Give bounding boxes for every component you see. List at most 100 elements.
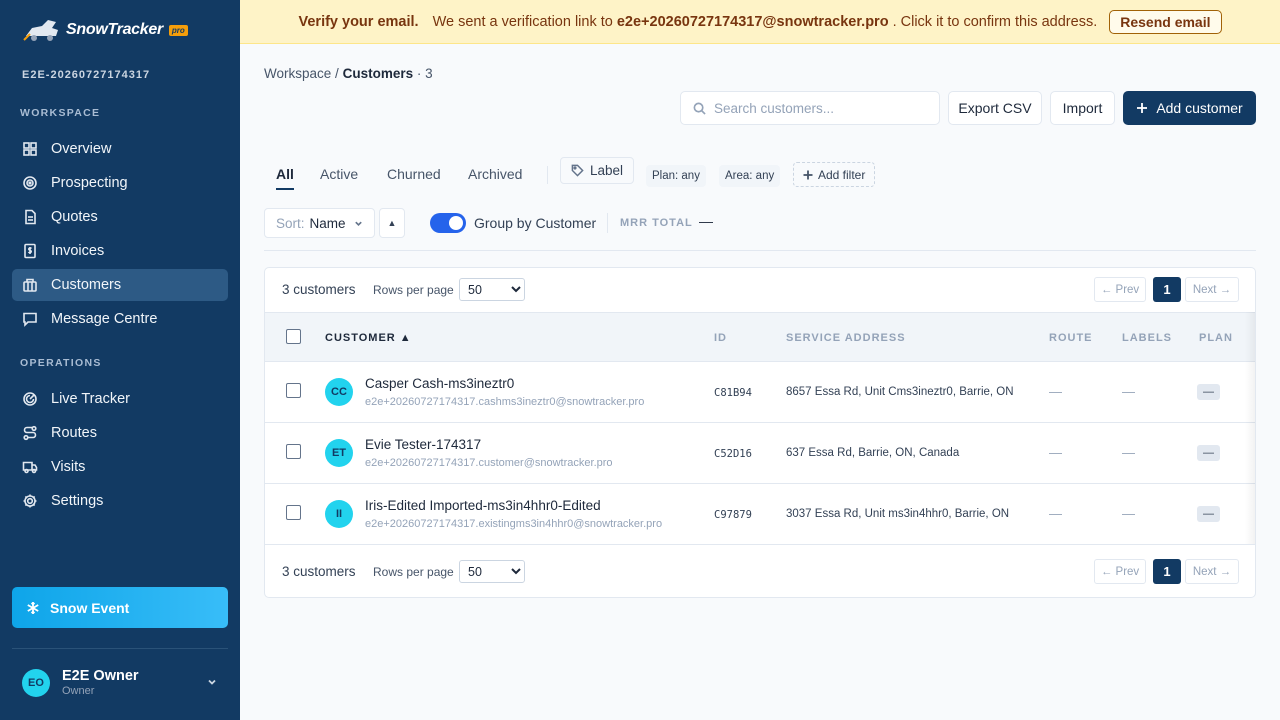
workspace-section-label: WORKSPACE bbox=[20, 107, 101, 119]
banner-email: e2e+20260727174317@snowtracker.pro bbox=[616, 13, 889, 30]
select-all-checkbox[interactable] bbox=[286, 329, 301, 344]
sidebar-item-customers[interactable]: Customers bbox=[12, 269, 228, 301]
row-checkbox[interactable] bbox=[286, 444, 301, 459]
tab-churned[interactable]: Churned bbox=[387, 158, 441, 190]
chevron-down-icon bbox=[354, 221, 362, 226]
customer-email: e2e+20260727174317.cashms3ineztr0@snowtr… bbox=[365, 396, 645, 408]
sidebar-item-label: Invoices bbox=[51, 243, 105, 259]
invoice-icon bbox=[22, 243, 38, 259]
brand-logo[interactable]: SnowTracker pro bbox=[22, 16, 188, 44]
plan-badge[interactable]: — bbox=[1197, 384, 1220, 400]
label-filter-chip[interactable]: Label bbox=[560, 157, 635, 184]
sidebar-item-visits[interactable]: Visits bbox=[12, 451, 228, 483]
tab-archived[interactable]: Archived bbox=[468, 158, 522, 190]
prev-page-button[interactable]: ← Prev bbox=[1094, 277, 1146, 302]
mrr-total-label: MRR TOTAL bbox=[620, 217, 693, 229]
user-role: Owner bbox=[62, 685, 95, 697]
column-customer[interactable]: CUSTOMER ▲ bbox=[325, 332, 412, 344]
sort-direction-button[interactable]: ▲ bbox=[379, 208, 405, 238]
group-by-customer-toggle[interactable] bbox=[430, 213, 466, 233]
horizontal-scroll-shadow bbox=[1245, 312, 1255, 544]
customer-name[interactable]: Iris-Edited Imported-ms3in4hhr0-Edited bbox=[365, 498, 601, 513]
rows-per-page-select[interactable]: 50 bbox=[459, 278, 525, 301]
table-row[interactable]: ET Evie Tester-174317 e2e+20260727174317… bbox=[265, 423, 1255, 484]
sidebar-item-label: Live Tracker bbox=[51, 391, 130, 407]
page-1-button[interactable]: 1 bbox=[1153, 559, 1181, 584]
export-csv-button[interactable]: Export CSV bbox=[948, 91, 1042, 125]
route-icon bbox=[22, 425, 38, 441]
sidebar-item-quotes[interactable]: Quotes bbox=[12, 201, 228, 233]
route-value: — bbox=[1049, 445, 1062, 460]
area-filter-chip[interactable]: Area: any bbox=[719, 165, 781, 187]
route-value: — bbox=[1049, 506, 1062, 521]
row-checkbox[interactable] bbox=[286, 383, 301, 398]
chevron-down-icon[interactable] bbox=[206, 676, 218, 688]
customer-count-text: 3 customers bbox=[282, 564, 356, 579]
breadcrumb-root[interactable]: Workspace bbox=[264, 66, 331, 81]
labels-value: — bbox=[1122, 445, 1135, 460]
table-top-bar: 3 customers Rows per page 50 ← Prev 1 Ne… bbox=[265, 268, 1255, 312]
gear-icon bbox=[22, 493, 38, 509]
page-1-button[interactable]: 1 bbox=[1153, 277, 1181, 302]
snowflake-icon bbox=[27, 601, 39, 614]
rows-per-page-label: Rows per page bbox=[373, 283, 454, 297]
search-icon bbox=[693, 102, 706, 115]
tab-active[interactable]: Active bbox=[320, 158, 358, 190]
customer-count-text: 3 customers bbox=[282, 282, 356, 297]
customer-name[interactable]: Casper Cash-ms3ineztr0 bbox=[365, 376, 514, 391]
sort-select[interactable]: Sort: Name bbox=[264, 208, 375, 238]
sidebar-item-invoices[interactable]: Invoices bbox=[12, 235, 228, 267]
table-row[interactable]: CC Casper Cash-ms3ineztr0 e2e+2026072717… bbox=[265, 362, 1255, 423]
sidebar-item-live-tracker[interactable]: Live Tracker bbox=[12, 383, 228, 415]
sort-value: Name bbox=[309, 215, 346, 231]
customer-id: C97879 bbox=[714, 509, 752, 521]
toolbar-divider bbox=[607, 213, 608, 233]
sidebar-item-routes[interactable]: Routes bbox=[12, 417, 228, 449]
avatar: II bbox=[325, 500, 353, 528]
next-page-button[interactable]: Next → bbox=[1185, 277, 1239, 302]
sidebar-item-label: Overview bbox=[51, 141, 112, 157]
plan-badge[interactable]: — bbox=[1197, 506, 1220, 522]
snow-event-label: Snow Event bbox=[50, 599, 130, 616]
sidebar-item-message-centre[interactable]: Message Centre bbox=[12, 303, 228, 335]
column-labels[interactable]: LABELS bbox=[1122, 332, 1172, 344]
search-input[interactable] bbox=[714, 100, 924, 116]
mrr-total-value: — bbox=[699, 213, 713, 229]
table-header: CUSTOMER ▲ ID SERVICE ADDRESS ROUTE LABE… bbox=[265, 312, 1255, 362]
row-checkbox[interactable] bbox=[286, 505, 301, 520]
verify-email-banner: Verify your email. We sent a verificatio… bbox=[240, 0, 1280, 44]
prev-page-button[interactable]: ← Prev bbox=[1094, 559, 1146, 584]
user-menu[interactable]: EO E2E Owner Owner bbox=[22, 668, 222, 697]
sidebar-item-settings[interactable]: Settings bbox=[12, 485, 228, 517]
plan-filter-chip[interactable]: Plan: any bbox=[646, 165, 706, 187]
column-route[interactable]: ROUTE bbox=[1049, 332, 1093, 344]
sort-prefix: Sort: bbox=[276, 215, 305, 231]
tab-all[interactable]: All bbox=[276, 158, 294, 190]
customer-name[interactable]: Evie Tester-174317 bbox=[365, 437, 481, 452]
add-customer-button[interactable]: Add customer bbox=[1123, 91, 1256, 125]
table-row[interactable]: II Iris-Edited Imported-ms3in4hhr0-Edite… bbox=[265, 484, 1255, 545]
plus-icon bbox=[1137, 103, 1148, 113]
column-service-address[interactable]: SERVICE ADDRESS bbox=[786, 332, 906, 344]
next-page-button[interactable]: Next → bbox=[1185, 559, 1239, 584]
sidebar-divider bbox=[12, 648, 228, 649]
rows-per-page-select[interactable]: 50 bbox=[459, 560, 525, 583]
column-id[interactable]: ID bbox=[714, 332, 727, 344]
snow-event-button[interactable]: Snow Event bbox=[12, 587, 228, 628]
table-bottom-bar: 3 customers Rows per page 50 ← Prev 1 Ne… bbox=[265, 550, 1255, 594]
add-filter-button[interactable]: Add filter bbox=[793, 162, 876, 187]
column-plan[interactable]: PLAN bbox=[1199, 332, 1233, 344]
service-address: 8657 Essa Rd, Unit Cms3ineztr0, Barrie, … bbox=[786, 386, 1014, 398]
tag-icon bbox=[571, 164, 584, 177]
sidebar-item-prospecting[interactable]: Prospecting bbox=[12, 167, 228, 199]
import-button[interactable]: Import bbox=[1050, 91, 1115, 125]
sidebar-item-label: Prospecting bbox=[51, 175, 128, 191]
sidebar-item-overview[interactable]: Overview bbox=[12, 133, 228, 165]
add-filter-label: Add filter bbox=[818, 167, 866, 182]
labels-value: — bbox=[1122, 506, 1135, 521]
avatar: EO bbox=[22, 668, 50, 697]
route-value: — bbox=[1049, 384, 1062, 399]
resend-email-button[interactable]: Resend email bbox=[1109, 9, 1222, 34]
customer-id: C52D16 bbox=[714, 448, 752, 460]
plan-badge[interactable]: — bbox=[1197, 445, 1220, 461]
